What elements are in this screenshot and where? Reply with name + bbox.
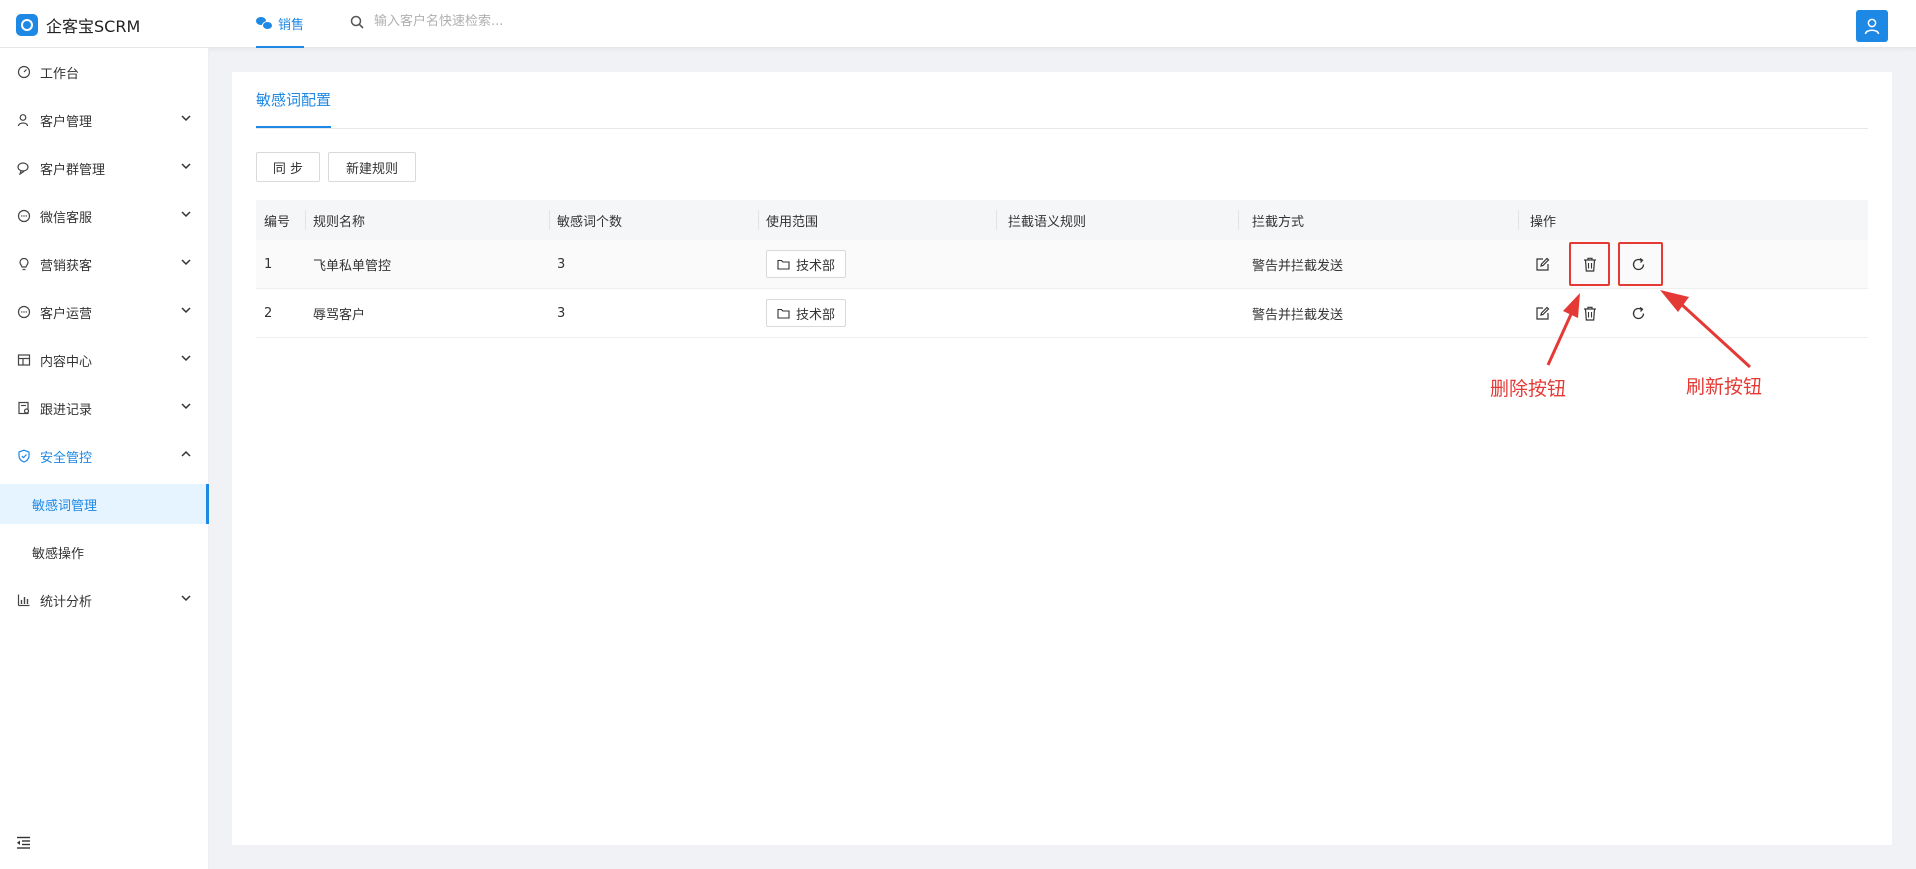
delete-arrow bbox=[1546, 293, 1580, 366]
delete-annotation-label: 删除按钮 bbox=[1490, 378, 1567, 400]
refresh-arrow bbox=[1660, 290, 1752, 369]
refresh-annotation-label: 刷新按钮 bbox=[1686, 376, 1763, 398]
annotation-arrows bbox=[1546, 290, 1752, 369]
